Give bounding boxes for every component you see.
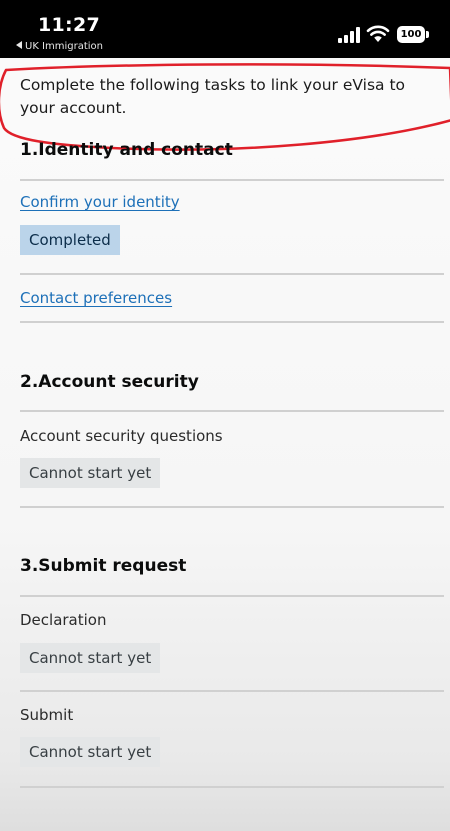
battery-level: 100 [397,26,425,43]
divider [20,321,444,323]
divider [20,179,444,181]
back-to-app-link[interactable]: UK Immigration [16,41,103,52]
status-tag-cannot-start: Cannot start yet [20,643,161,673]
account-security-questions-label: Account security questions [20,427,223,445]
back-app-label: UK Immigration [25,41,104,52]
divider [20,506,444,508]
status-tag-cannot-start: Cannot start yet [20,737,161,767]
divider [20,410,444,412]
submit-label: Submit [20,706,74,724]
divider [20,786,444,788]
status-time: 11:27 [38,14,100,36]
intro-text: Complete the following tasks to link you… [20,76,406,117]
divider [20,595,444,597]
cellular-signal-icon [338,27,360,43]
divider [20,273,444,275]
section-heading-submit-request: 3.Submit request [20,556,187,576]
section-heading-identity: 1.Identity and contact [20,140,233,160]
contact-preferences-link[interactable]: Contact preferences [20,289,172,307]
declaration-label: Declaration [20,611,107,629]
confirm-identity-link[interactable]: Confirm your identity [20,193,180,211]
section-heading-account-security: 2.Account security [20,372,199,392]
status-bar: 11:27 UK Immigration 100 [0,0,450,58]
wifi-icon [366,25,390,42]
status-tag-completed: Completed [20,225,120,255]
divider [20,690,444,692]
battery-icon: 100 [397,26,430,43]
status-tag-cannot-start: Cannot start yet [20,458,161,488]
back-arrow-icon [16,41,22,49]
